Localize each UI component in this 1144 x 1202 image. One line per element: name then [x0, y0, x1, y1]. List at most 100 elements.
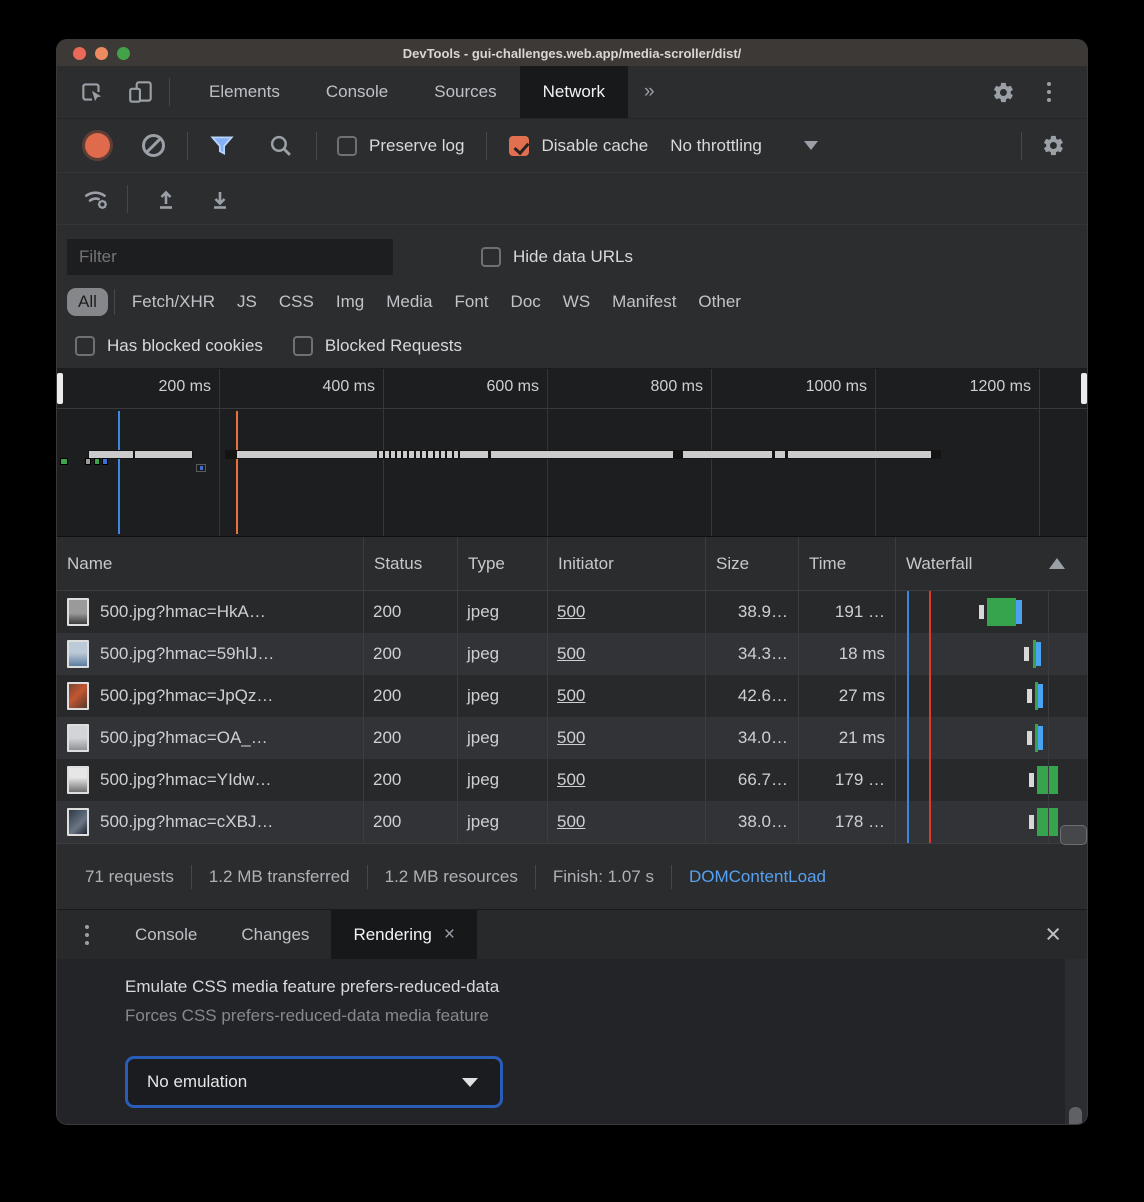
column-header-status[interactable]: Status [364, 537, 458, 590]
tab-network[interactable]: Network [520, 66, 628, 118]
table-row[interactable]: 500.jpg?hmac=YIdw… 200 jpeg 500 66.7… 17… [57, 759, 1087, 801]
image-thumbnail [67, 724, 89, 752]
column-header-waterfall[interactable]: Waterfall [896, 537, 1087, 590]
arrow-up-icon [154, 186, 178, 212]
settings-gear-icon[interactable] [992, 81, 1015, 104]
filter-pill-doc[interactable]: Doc [500, 288, 552, 316]
drawer-scrollbar-track[interactable] [1065, 959, 1087, 1125]
network-conditions-button[interactable] [77, 181, 117, 217]
devtools-window: DevTools - gui-challenges.web.app/media-… [56, 39, 1088, 1125]
waterfall-gridline [1048, 591, 1049, 843]
device-toolbar-icon[interactable] [127, 79, 155, 105]
import-har-button[interactable] [146, 181, 186, 217]
zoom-window-button[interactable] [117, 47, 130, 60]
overview-right-handle[interactable] [1081, 373, 1087, 404]
preserve-log-checkbox[interactable] [337, 136, 357, 156]
image-thumbnail [67, 808, 89, 836]
divider [486, 132, 487, 160]
initiator-link[interactable]: 500 [557, 644, 585, 664]
table-row[interactable]: 500.jpg?hmac=59hlJ… 200 jpeg 500 34.3… 1… [57, 633, 1087, 675]
hide-data-urls-checkbox[interactable] [481, 247, 501, 267]
filter-pill-font[interactable]: Font [444, 288, 500, 316]
network-toolbar: Preserve log Disable cache No throttling [57, 119, 1087, 173]
filter-pill-js[interactable]: JS [226, 288, 268, 316]
drawer-tab-changes[interactable]: Changes [219, 910, 331, 959]
initiator-link[interactable]: 500 [557, 686, 585, 706]
more-tabs-icon[interactable]: » [628, 66, 671, 118]
main-menu-kebab-icon[interactable] [1047, 82, 1051, 102]
initiator-link[interactable]: 500 [557, 602, 585, 622]
tick-label: 800 ms [583, 378, 703, 396]
drawer-tab-console[interactable]: Console [113, 910, 219, 959]
filter-toggle-button[interactable] [202, 128, 242, 164]
initiator-link[interactable]: 500 [557, 728, 585, 748]
search-button[interactable] [260, 128, 300, 164]
inspect-element-icon[interactable] [79, 79, 105, 105]
column-header-time[interactable]: Time [799, 537, 896, 590]
divider [316, 132, 317, 160]
divider [367, 865, 368, 889]
network-settings-gear-icon[interactable] [1042, 134, 1065, 157]
initiator-link[interactable]: 500 [557, 770, 585, 790]
overview-left-handle[interactable] [57, 373, 63, 404]
tab-console[interactable]: Console [303, 66, 411, 118]
tab-elements[interactable]: Elements [186, 66, 303, 118]
filter-pill-css[interactable]: CSS [268, 288, 325, 316]
filter-pill-img[interactable]: Img [325, 288, 375, 316]
minimize-window-button[interactable] [95, 47, 108, 60]
close-drawer-icon[interactable]: × [1045, 910, 1087, 959]
filter-pill-other[interactable]: Other [687, 288, 752, 316]
window-title: DevTools - gui-challenges.web.app/media-… [57, 46, 1087, 61]
tick-label: 200 ms [91, 378, 211, 396]
divider [535, 865, 536, 889]
tab-sources[interactable]: Sources [411, 66, 519, 118]
filter-pill-fetch-xhr[interactable]: Fetch/XHR [121, 288, 226, 316]
drawer-scrollbar-thumb[interactable] [1069, 1107, 1082, 1125]
emulation-select[interactable]: No emulation [125, 1056, 503, 1108]
table-scrollbar-thumb[interactable] [1060, 825, 1087, 845]
waterfall-cell [896, 717, 1087, 759]
rendering-panel: Emulate CSS media feature prefers-reduce… [57, 959, 1087, 1125]
throttling-select[interactable]: No throttling [670, 136, 818, 156]
tick-label: 400 ms [255, 378, 375, 396]
overview-bar [94, 458, 100, 465]
table-row[interactable]: 500.jpg?hmac=JpQz… 200 jpeg 500 42.6… 27… [57, 675, 1087, 717]
hide-data-urls-label: Hide data URLs [513, 247, 633, 267]
image-thumbnail [67, 682, 89, 710]
filter-pill-ws[interactable]: WS [552, 288, 601, 316]
column-header-size[interactable]: Size [706, 537, 799, 590]
table-body: 500.jpg?hmac=HkA… 200 jpeg 500 38.9… 191… [57, 591, 1087, 843]
has-blocked-cookies-checkbox[interactable] [75, 336, 95, 356]
wifi-gear-icon [83, 186, 111, 212]
overview-bar [196, 464, 206, 472]
export-har-button[interactable] [200, 181, 240, 217]
filter-input[interactable] [67, 239, 393, 275]
column-header-name[interactable]: Name [57, 537, 364, 590]
filter-pill-manifest[interactable]: Manifest [601, 288, 687, 316]
transferred-size: 1.2 MB transferred [209, 867, 350, 887]
column-header-initiator[interactable]: Initiator [548, 537, 706, 590]
clear-network-log-button[interactable] [133, 128, 173, 164]
table-row[interactable]: 500.jpg?hmac=cXBJ… 200 jpeg 500 38.0… 17… [57, 801, 1087, 843]
record-network-log-button[interactable] [77, 128, 117, 164]
filter-pill-all[interactable]: All [67, 288, 108, 316]
drawer-tab-rendering[interactable]: Rendering × [331, 910, 477, 959]
close-window-button[interactable] [73, 47, 86, 60]
initiator-link[interactable]: 500 [557, 812, 585, 832]
drawer-menu-kebab-icon[interactable] [85, 925, 89, 945]
blocked-requests-label: Blocked Requests [325, 336, 462, 356]
table-row[interactable]: 500.jpg?hmac=OA_… 200 jpeg 500 34.0… 21 … [57, 717, 1087, 759]
column-header-type[interactable]: Type [458, 537, 548, 590]
finish-time: Finish: 1.07 s [553, 867, 654, 887]
emulation-title: Emulate CSS media feature prefers-reduce… [125, 977, 1087, 997]
overview-bar [85, 458, 91, 465]
close-tab-icon[interactable]: × [444, 925, 455, 944]
disable-cache-checkbox[interactable] [509, 136, 529, 156]
timeline-tick-band: 200 ms 400 ms 600 ms 800 ms 1000 ms 1200… [57, 369, 1087, 409]
image-thumbnail [67, 640, 89, 668]
table-row[interactable]: 500.jpg?hmac=HkA… 200 jpeg 500 38.9… 191… [57, 591, 1087, 633]
network-overview-timeline[interactable]: 200 ms 400 ms 600 ms 800 ms 1000 ms 1200… [57, 369, 1087, 537]
drawer-tab-bar: Console Changes Rendering × × [57, 909, 1087, 959]
filter-pill-media[interactable]: Media [375, 288, 443, 316]
blocked-requests-checkbox[interactable] [293, 336, 313, 356]
